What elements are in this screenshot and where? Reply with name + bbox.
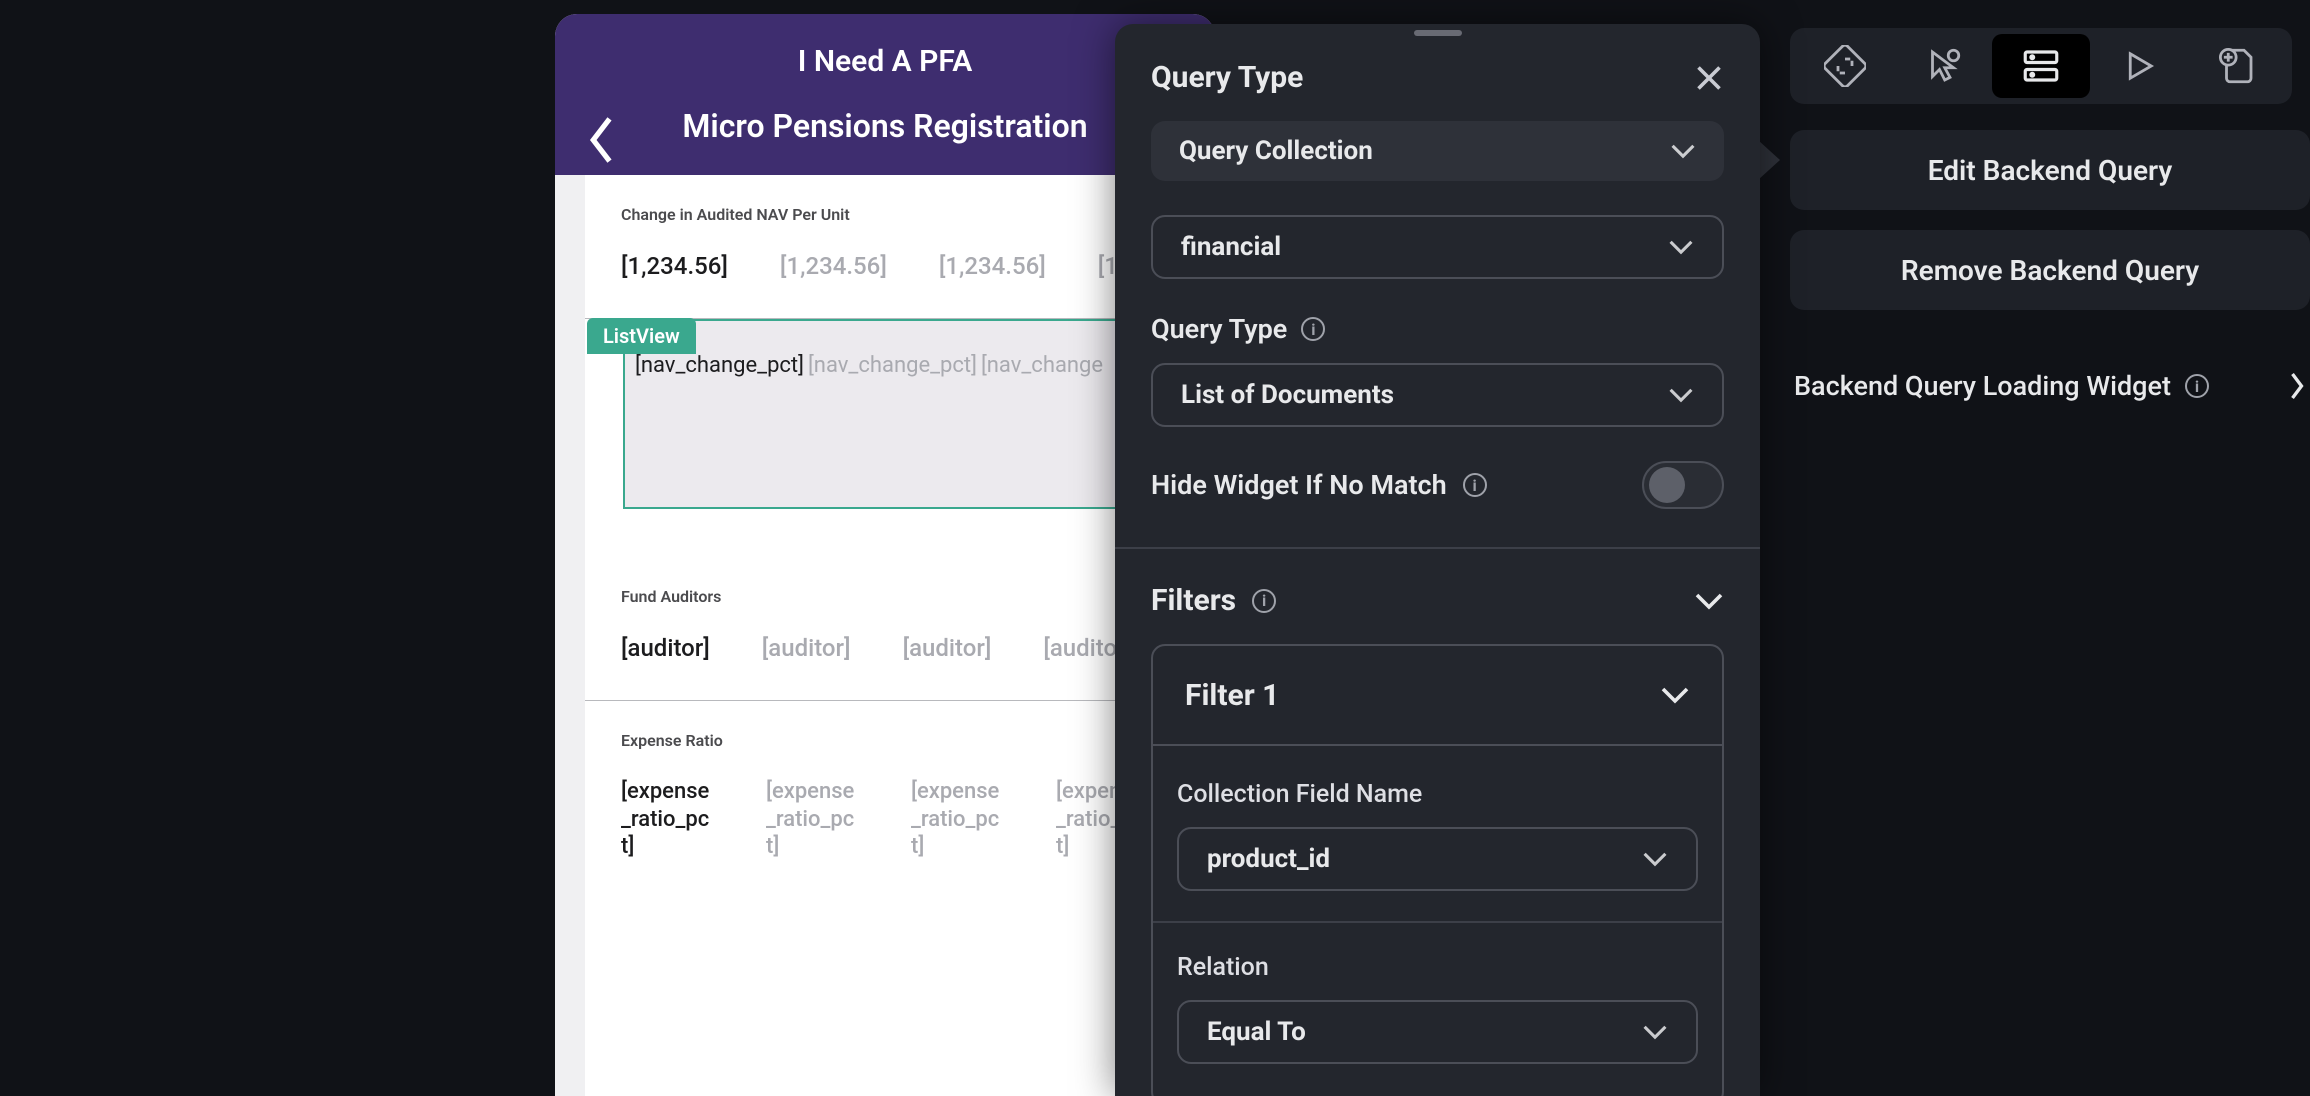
filters-header[interactable]: Filters i [1151,583,1724,618]
query-type-value: List of Documents [1181,380,1394,410]
toggle-knob [1649,467,1685,503]
collection-field-label: Collection Field Name [1177,780,1698,809]
auditors-section: Fund Auditors [auditor] [auditor] [audit… [585,557,1185,701]
divider [1153,921,1722,923]
info-icon: i [1463,473,1487,497]
expense-value-0: [expense_ratio_pct] [621,778,714,861]
query-type-field-label: Query Type [1151,313,1287,345]
query-panel: Query Type Query Collection financial Qu… [1115,24,1760,1096]
top-toolbar [1790,28,2292,104]
relation-label: Relation [1177,953,1698,982]
panel-title-row: Query Type [1151,60,1724,95]
expense-section: Expense Ratio [expense_ratio_pct] [expen… [585,701,1185,899]
chevron-down-icon [1642,851,1668,867]
expense-value-2: [expense_ratio_pct] [911,778,1004,861]
filter-card-header[interactable]: Filter 1 [1153,646,1722,746]
nav-change-label: Change in Audited NAV Per Unit [621,205,1149,224]
query-panel-inner: Query Type Query Collection financial Qu… [1115,24,1760,1096]
ruler-icon [1824,45,1866,87]
auditor-value-2: [auditor] [903,634,992,662]
hide-widget-label: Hide Widget If No Match [1151,469,1447,501]
chevron-down-icon [1668,387,1694,403]
query-collection-select[interactable]: Query Collection [1151,121,1724,181]
nav-value-1: [1,234.56] [780,252,887,280]
chevron-down-icon [1694,592,1724,610]
add-page-tool-button[interactable] [2188,34,2286,98]
cursor-tool-button[interactable] [1894,34,1992,98]
auditor-value-0: [auditor] [621,634,710,662]
info-icon: i [2185,374,2209,398]
hide-widget-toggle[interactable] [1642,461,1724,509]
nav-change-row: [1,234.56] [1,234.56] [1,234.56] [1,234.… [621,252,1149,280]
info-icon: i [1252,589,1276,613]
loading-widget-row[interactable]: Backend Query Loading Widget i [1790,370,2310,402]
panel-pointer [1758,140,1780,180]
add-page-icon [2216,45,2258,87]
listview-cell-0: [nav_change_pct] [635,353,804,497]
filter-card: Filter 1 Collection Field Name product_i… [1151,644,1724,1096]
server-icon [2020,45,2062,87]
collection-field-select[interactable]: product_id [1177,827,1698,891]
listview-cell-1: [nav_change_pct] [808,353,977,497]
query-type-label-row: Query Type i [1151,313,1724,345]
edit-backend-query-label: Edit Backend Query [1928,154,2173,187]
play-tool-button[interactable] [2090,34,2188,98]
auditors-row: [auditor] [auditor] [auditor] [auditor] [621,634,1149,662]
listview-section: ListView [nav_change_pct] [nav_change_pc… [585,319,1185,557]
divider [1115,547,1760,549]
back-button[interactable] [585,114,621,166]
listview-tag[interactable]: ListView [587,318,696,354]
listview-cell-2: [nav_change [981,353,1103,497]
auditor-value-1: [auditor] [762,634,851,662]
relation-select[interactable]: Equal To [1177,1000,1698,1064]
close-icon [1694,63,1724,93]
expense-label: Expense Ratio [621,731,1149,750]
app-title: I Need A PFA [583,44,1187,79]
panel-title: Query Type [1151,60,1303,95]
loading-widget-label: Backend Query Loading Widget [1794,370,2171,402]
hide-widget-row: Hide Widget If No Match i [1151,461,1724,509]
chevron-down-icon [1642,1024,1668,1040]
edit-backend-query-button[interactable]: Edit Backend Query [1790,130,2310,210]
play-icon [2118,45,2160,87]
panel-drag-handle[interactable] [1414,30,1462,36]
collection-value-select[interactable]: financial [1151,215,1724,279]
auditors-label: Fund Auditors [621,587,1149,606]
chevron-down-icon [1660,686,1690,704]
chevron-right-icon [2288,371,2306,401]
info-icon: i [1301,317,1325,341]
query-type-select[interactable]: List of Documents [1151,363,1724,427]
relation-value: Equal To [1207,1017,1306,1047]
expense-row: [expense_ratio_pct] [expense_ratio_pct] … [621,778,1149,861]
page-title: Micro Pensions Registration [583,107,1187,145]
database-tool-button[interactable] [1992,34,2090,98]
preview-body: Change in Audited NAV Per Unit [1,234.56… [585,175,1185,1096]
expense-value-1: [expense_ratio_pct] [766,778,859,861]
cursor-icon [1922,45,1964,87]
close-button[interactable] [1694,63,1724,93]
collection-field-value: product_id [1207,844,1330,874]
remove-backend-query-label: Remove Backend Query [1901,254,2199,287]
listview-box[interactable]: [nav_change_pct] [nav_change_pct] [nav_c… [623,319,1147,509]
ruler-tool-button[interactable] [1796,34,1894,98]
right-action-panel: Edit Backend Query Remove Backend Query … [1790,130,2310,402]
nav-value-0: [1,234.56] [621,252,728,280]
collection-value: financial [1181,232,1281,262]
nav-value-2: [1,234.56] [939,252,1046,280]
query-collection-label: Query Collection [1179,136,1373,166]
chevron-down-icon [1668,239,1694,255]
nav-change-section: Change in Audited NAV Per Unit [1,234.56… [585,175,1185,319]
filters-label: Filters [1151,583,1236,618]
chevron-down-icon [1670,143,1696,159]
filter-title: Filter 1 [1185,678,1279,713]
filter-body: Collection Field Name product_id Relatio… [1153,746,1722,1096]
remove-backend-query-button[interactable]: Remove Backend Query [1790,230,2310,310]
